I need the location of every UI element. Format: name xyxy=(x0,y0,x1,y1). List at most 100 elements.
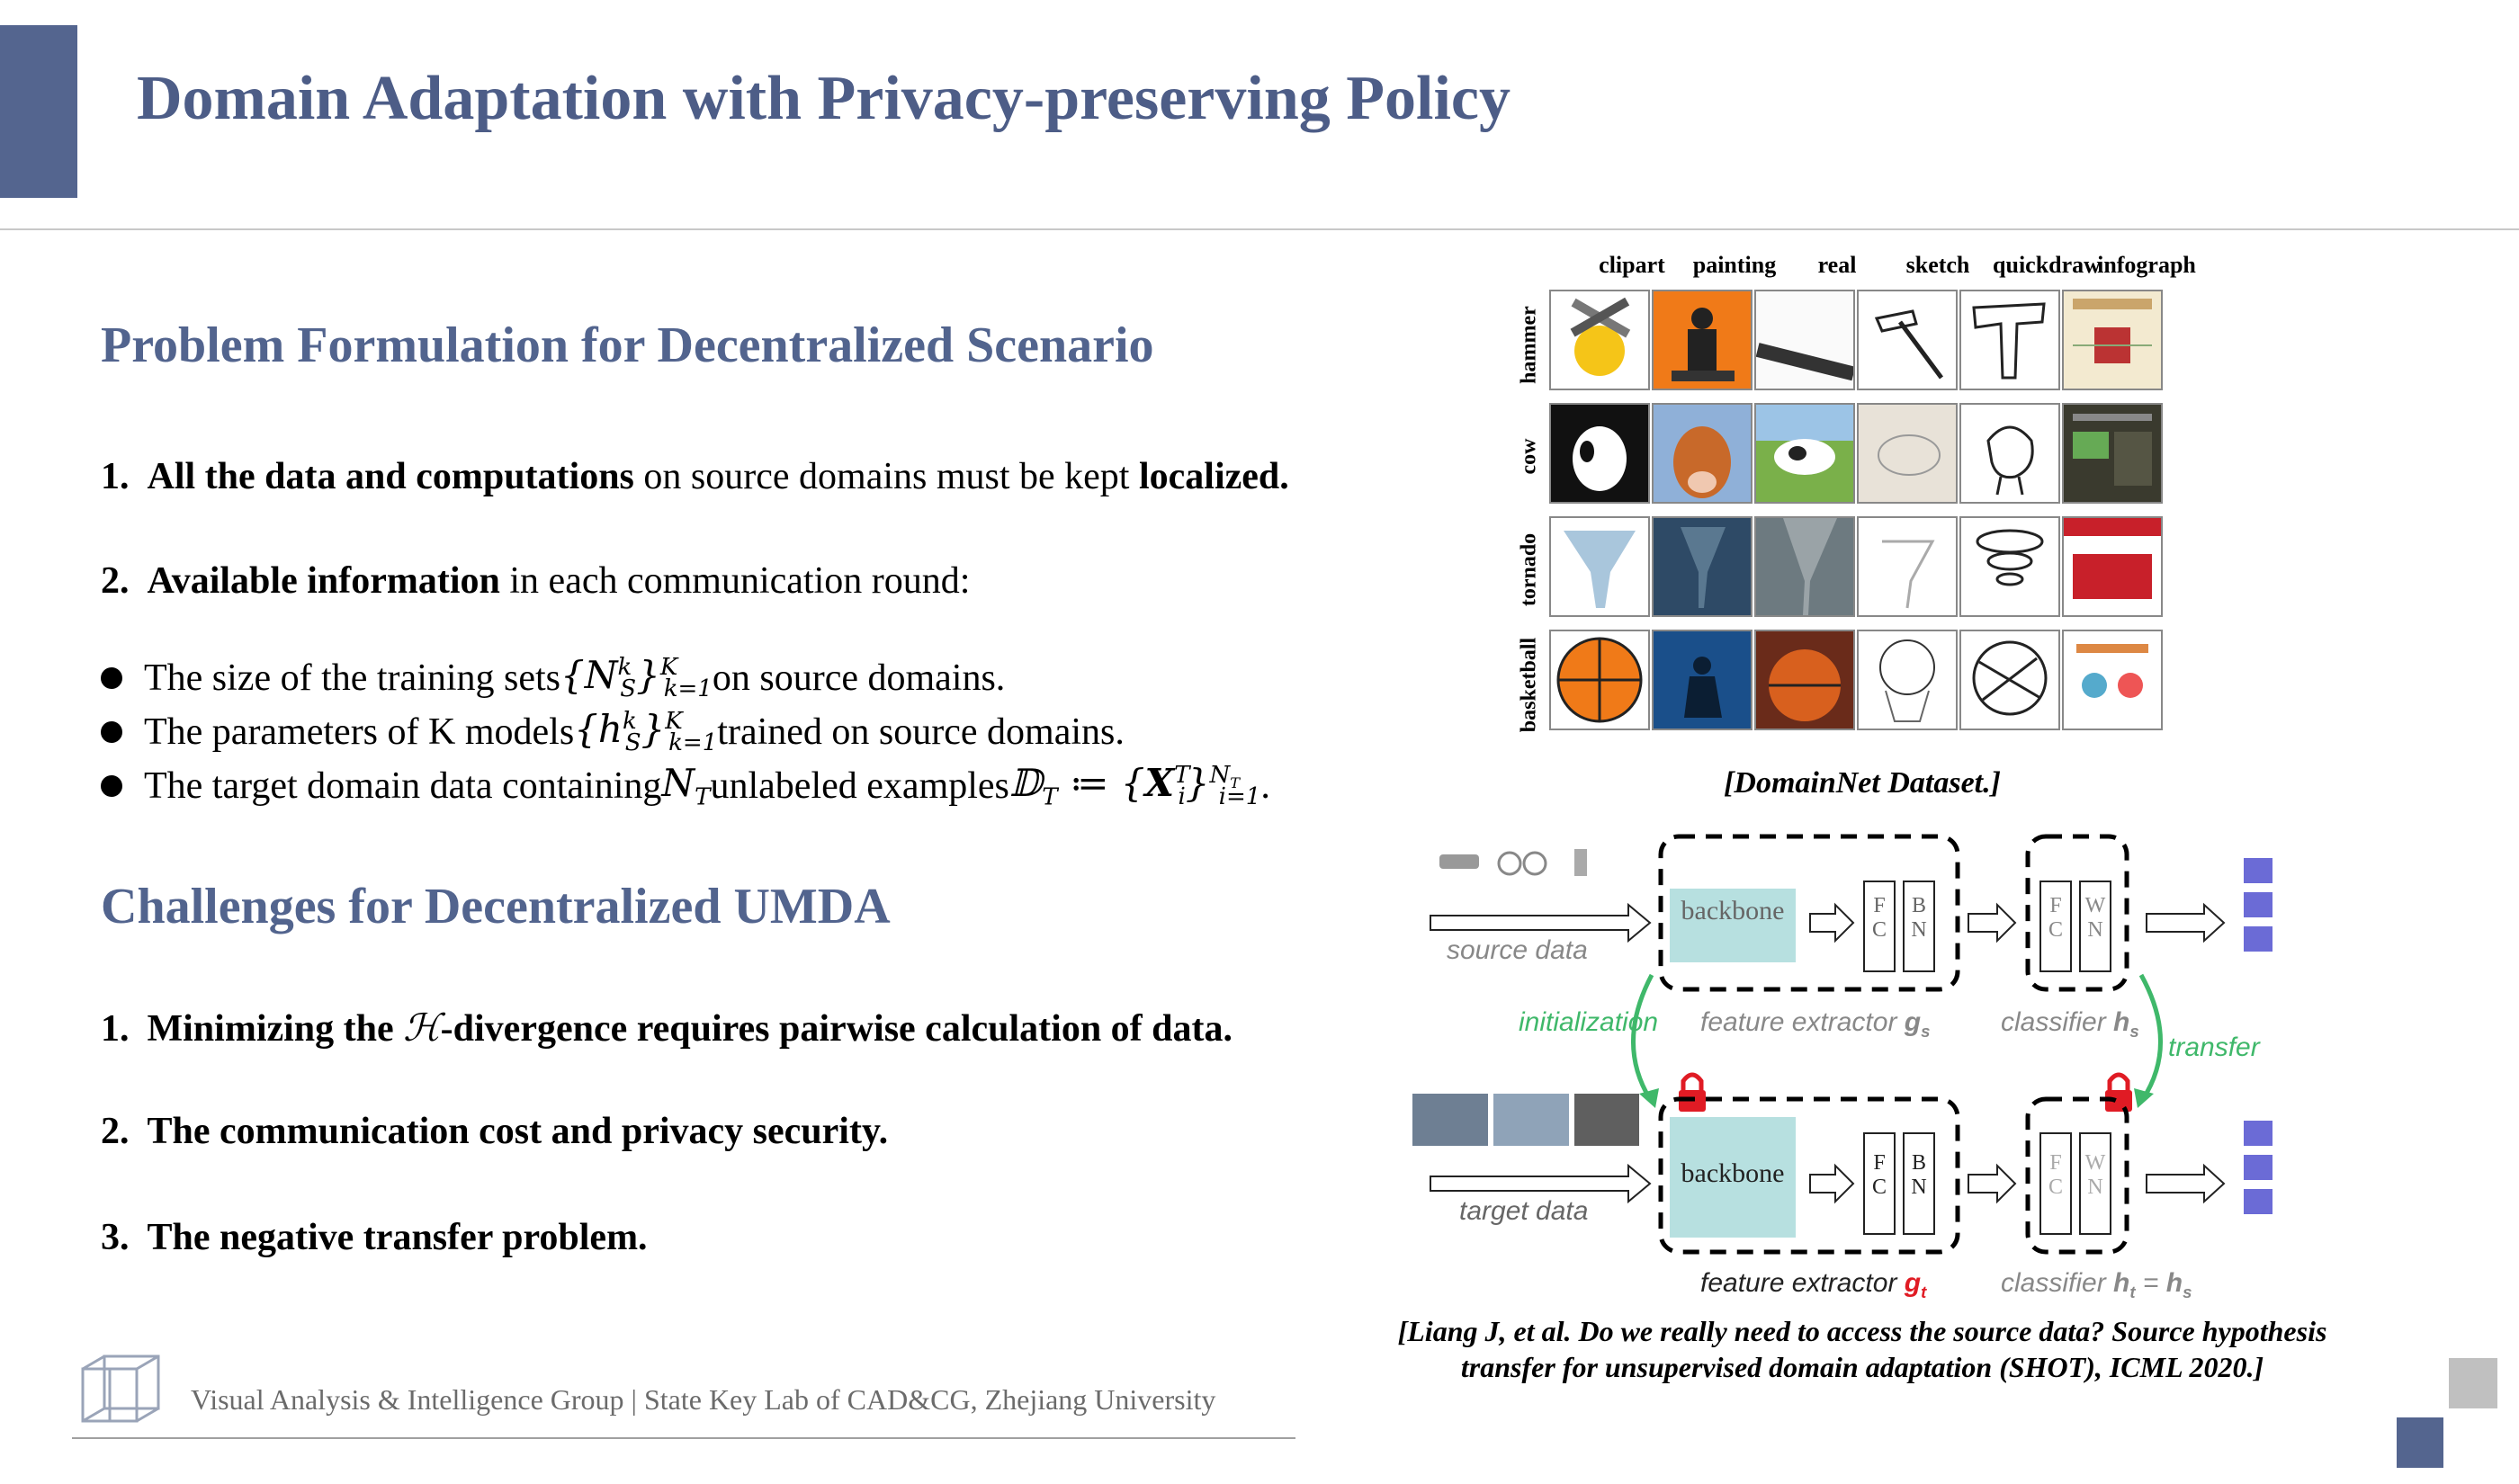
column-header: infograph xyxy=(2097,252,2196,278)
cow-real-image xyxy=(1754,403,1855,504)
lock-icon xyxy=(1679,1072,1706,1112)
hammer-sketch-image xyxy=(1857,290,1958,390)
cow-infograph-image xyxy=(2062,403,2163,504)
target-fc-label: F C xyxy=(1871,1151,1887,1199)
hammer-quickdraw-image xyxy=(1959,290,2060,390)
hammer-real-image xyxy=(1754,290,1855,390)
target-bn-label: B N xyxy=(1911,1151,1927,1199)
row-header: tornado xyxy=(1517,532,1541,607)
column-header: clipart xyxy=(1599,252,1665,278)
bullet-text: trained on source domains. xyxy=(717,711,1125,753)
footer-affiliation: Visual Analysis & Intelligence Group | S… xyxy=(191,1383,1216,1416)
source-data-label: source data xyxy=(1447,935,1588,965)
hammer-infograph-image xyxy=(2062,290,2163,390)
tornado-sketch-image xyxy=(1857,516,1958,617)
bullet-training-sets: The size of the training sets {NkS}Kk=1 … xyxy=(101,653,1005,702)
bullet-text: The size of the training sets xyxy=(144,657,561,699)
basketball-infograph-image xyxy=(2062,630,2163,730)
domainnet-image-grid xyxy=(1549,290,2179,746)
basketball-sketch-image xyxy=(1857,630,1958,730)
title-divider xyxy=(0,228,2519,230)
item-number: 1. xyxy=(101,1008,130,1050)
item-text: The negative transfer problem. xyxy=(147,1217,648,1258)
problem-item-2: 2. Available information in each communic… xyxy=(101,559,970,603)
target-backbone-label: backbone xyxy=(1681,1158,1785,1188)
item-text: -divergence requires pairwise calculatio… xyxy=(440,1008,1233,1050)
target-classifier-wn-label: W N xyxy=(2084,1151,2106,1199)
column-header: sketch xyxy=(1905,252,1970,278)
shot-caption-line-1: [Liang J, et al. Do we really need to ac… xyxy=(1397,1315,2327,1347)
initialization-label: initialization xyxy=(1519,1007,1659,1037)
column-header: quickdraw xyxy=(1993,252,2101,278)
decor-square-gray xyxy=(2449,1358,2497,1408)
tornado-infograph-image xyxy=(2062,516,2163,617)
shot-diagram: source data backbone F C B N F C W N ini… xyxy=(1403,827,2303,1313)
row-header: cow xyxy=(1517,438,1541,475)
bullet-text: on source domains. xyxy=(712,657,1006,699)
basketball-real-image xyxy=(1754,630,1855,730)
basketball-painting-image xyxy=(1652,630,1753,730)
item-number: 3. xyxy=(101,1217,130,1258)
row-header: hammer xyxy=(1517,306,1541,384)
bullet-text: unlabeled examples xyxy=(710,764,1009,807)
lock-icon xyxy=(2105,1072,2132,1112)
challenge-item-3: 3. The negative transfer problem. xyxy=(101,1216,648,1259)
title-accent-bar xyxy=(0,25,77,198)
item-text: on source domains must be kept xyxy=(633,456,1139,497)
column-header: real xyxy=(1817,252,1857,278)
item-number: 2. xyxy=(101,1111,130,1152)
basketball-clipart-image xyxy=(1549,630,1650,730)
bullet-text: . xyxy=(1260,764,1270,807)
item-bold: Available information xyxy=(147,560,500,602)
cow-clipart-image xyxy=(1549,403,1650,504)
cow-painting-image xyxy=(1652,403,1753,504)
bullet-dot xyxy=(101,666,122,689)
lab-logo xyxy=(77,1351,167,1426)
cow-sketch-image xyxy=(1857,403,1958,504)
bullet-target-data: The target domain data containing NT unl… xyxy=(101,761,1270,810)
challenge-item-1: 1. Minimizing the ℋ-divergence requires p… xyxy=(101,1006,1233,1050)
source-classifier-fc-label: F C xyxy=(2048,894,2063,942)
bullet-dot xyxy=(101,774,122,797)
item-number: 1. xyxy=(101,456,130,497)
basketball-quickdraw-image xyxy=(1959,630,2060,730)
target-classifier-label: classifier ht = hs xyxy=(2001,1268,2192,1301)
footer-divider xyxy=(72,1437,1295,1439)
cow-quickdraw-image xyxy=(1959,403,2060,504)
item-text: Minimizing the xyxy=(147,1008,404,1050)
math-symbol: ℋ xyxy=(403,1006,441,1050)
source-fc-label: F C xyxy=(1871,894,1887,942)
section-heading-challenges: Challenges for Decentralized UMDA xyxy=(101,879,891,934)
target-classifier-fc-label: F C xyxy=(2048,1151,2063,1199)
bullet-text: The parameters of K models xyxy=(144,711,575,753)
domainnet-caption: [DomainNet Dataset.] xyxy=(1724,766,2001,800)
section-heading-problem: Problem Formulation for Decentralized Sc… xyxy=(101,317,1154,373)
tornado-painting-image xyxy=(1652,516,1753,617)
target-feature-extractor-label: feature extractor gt xyxy=(1700,1268,1927,1301)
math-expression: 𝔻T ≔ {XTi}NTi=1 xyxy=(1008,761,1261,811)
item-bold: All the data and computations xyxy=(147,456,634,497)
source-feature-extractor-label: feature extractor gs xyxy=(1700,1007,1931,1041)
target-data-label: target data xyxy=(1459,1196,1589,1226)
tornado-real-image xyxy=(1754,516,1855,617)
source-classifier-label: classifier hs xyxy=(2001,1007,2139,1041)
shot-diagram-graphics xyxy=(1412,834,2272,1255)
item-bold: localized. xyxy=(1138,456,1289,497)
domainnet-column-headers: clipart painting real sketch quickdraw i… xyxy=(1529,248,2196,284)
bullet-dot xyxy=(101,720,122,743)
source-bn-label: B N xyxy=(1911,894,1927,942)
tornado-quickdraw-image xyxy=(1959,516,2060,617)
transfer-label: transfer xyxy=(2168,1033,2260,1062)
column-header: painting xyxy=(1692,252,1777,278)
shot-caption-line-2: transfer for unsupervised domain adaptat… xyxy=(1460,1351,2264,1383)
row-header: basketball xyxy=(1517,637,1541,733)
challenge-item-2: 2. The communication cost and privacy sec… xyxy=(101,1110,888,1153)
math-expression: {NkS}Kk=1 xyxy=(560,653,713,703)
hammer-clipart-image xyxy=(1549,290,1650,390)
math-expression: {hkS}Kk=1 xyxy=(574,707,718,757)
source-backbone-label: backbone xyxy=(1681,896,1785,925)
hammer-painting-image xyxy=(1652,290,1753,390)
item-text: The communication cost and privacy secur… xyxy=(147,1111,889,1152)
item-number: 2. xyxy=(101,560,130,602)
problem-item-1: 1. All the data and computations on sourc… xyxy=(101,455,1289,498)
